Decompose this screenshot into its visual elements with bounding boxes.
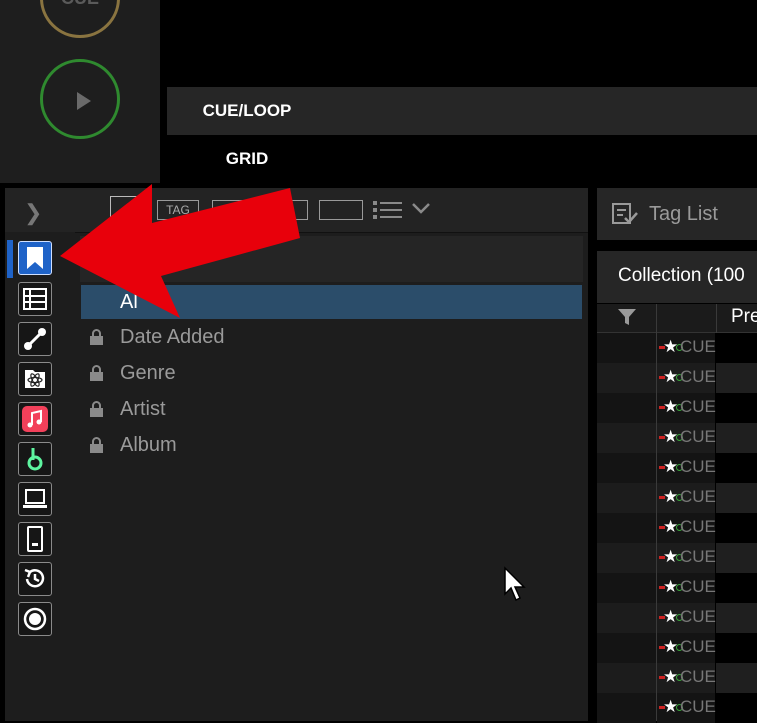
row-cue-label: CUE — [680, 697, 716, 716]
preview-cell[interactable] — [716, 333, 757, 363]
table-cell — [597, 603, 656, 633]
table-cell — [597, 483, 656, 513]
tab-grid[interactable]: GRID — [167, 135, 327, 183]
table-row[interactable]: ★ CUE — [597, 333, 757, 363]
row-cue-label: CUE — [680, 517, 716, 536]
sidebar-item-xml[interactable] — [18, 362, 52, 396]
mouse-cursor-icon — [504, 566, 526, 602]
beatport-icon — [27, 448, 43, 471]
tab-cue-loop-label: CUE/LOOP — [202, 101, 292, 120]
table-cell — [597, 663, 656, 693]
row-cue-label: CUE — [680, 607, 716, 626]
play-icon — [77, 92, 91, 110]
table-cell — [597, 333, 656, 363]
table-cell — [597, 543, 656, 573]
table-row[interactable]: ★ CUE — [597, 483, 757, 513]
table-row[interactable]: ★ CUE — [597, 663, 757, 693]
sidebar-item-history[interactable] — [18, 562, 52, 596]
cue-button[interactable]: CUE — [40, 0, 120, 38]
tag-list-icon[interactable] — [611, 202, 639, 226]
apple-music-icon — [22, 406, 48, 432]
table-row[interactable]: ★ CUE — [597, 543, 757, 573]
table-cell — [597, 453, 656, 483]
preview-cell[interactable] — [716, 603, 757, 633]
history-icon — [24, 568, 45, 588]
row-cue-label: CUE — [680, 427, 716, 446]
chevron-down-icon[interactable] — [411, 201, 431, 215]
table-row[interactable]: ★ CUE — [597, 363, 757, 393]
preview-cell[interactable] — [716, 513, 757, 543]
tab-bar-fill — [327, 87, 757, 135]
lock-icon — [90, 437, 103, 453]
filter-icon[interactable] — [617, 307, 637, 327]
row-cue-label: CUE — [680, 667, 716, 686]
row-cue-label: CUE — [680, 637, 716, 656]
mobile-device-icon — [27, 526, 43, 552]
tab-grid-label: GRID — [225, 149, 269, 168]
preview-cell[interactable] — [716, 543, 757, 573]
table-row[interactable]: ★ CUE — [597, 633, 757, 663]
preview-cell[interactable] — [716, 483, 757, 513]
table-cell — [597, 423, 656, 453]
table-row[interactable]: ★ CUE — [597, 453, 757, 483]
row-cue-label: CUE — [680, 457, 716, 476]
row-cue-label: CUE — [680, 547, 716, 566]
sidebar-item-computer[interactable] — [18, 482, 52, 516]
tree-item-label: Genre — [120, 361, 176, 384]
table-row[interactable]: ★ CUE — [597, 513, 757, 543]
search-field-b[interactable] — [319, 200, 363, 220]
lock-icon — [90, 329, 103, 345]
tree-item-label: Album — [120, 433, 177, 456]
preview-cell[interactable] — [716, 693, 757, 723]
table-cell — [597, 573, 656, 603]
table-row[interactable]: ★ CUE — [597, 693, 757, 723]
row-cue-label: CUE — [680, 397, 716, 416]
lock-icon — [90, 365, 103, 381]
row-cue-label: CUE — [680, 487, 716, 506]
deck-panel: CUE — [0, 0, 160, 183]
sidebar-item-devices[interactable] — [18, 522, 52, 556]
preview-cell[interactable] — [716, 663, 757, 693]
tree-item-album[interactable]: Album — [81, 428, 582, 462]
sidebar-item-beatport[interactable] — [18, 442, 52, 476]
collection-label: Collection (100 — [618, 265, 745, 286]
preview-cell[interactable] — [716, 393, 757, 423]
cue-button-label: CUE — [43, 0, 117, 9]
tag-list-label: Tag List — [649, 203, 718, 225]
preview-cell[interactable] — [716, 573, 757, 603]
table-row[interactable]: ★ CUE — [597, 423, 757, 453]
preview-cell[interactable] — [716, 423, 757, 453]
table-cell — [597, 633, 656, 663]
rekordbox-xml-icon — [25, 370, 45, 388]
table-cell — [597, 393, 656, 423]
row-cue-label: CUE — [680, 337, 716, 356]
annotation-arrow-icon — [60, 184, 300, 318]
play-button[interactable] — [40, 59, 120, 139]
row-cue-label: CUE — [680, 367, 716, 386]
tree-item-label: Artist — [120, 397, 166, 420]
table-row[interactable]: ★ CUE — [597, 603, 757, 633]
lock-icon — [90, 401, 103, 417]
tab-cue-loop[interactable]: CUE/LOOP — [167, 87, 327, 135]
table-cell — [597, 363, 656, 393]
computer-icon — [23, 489, 47, 508]
table-cell — [597, 513, 656, 543]
related-tracks-icon — [24, 328, 46, 350]
preview-cell[interactable] — [716, 363, 757, 393]
row-cue-label: CUE — [680, 577, 716, 596]
preview-cell[interactable] — [716, 633, 757, 663]
list-icon[interactable] — [373, 199, 403, 221]
sidebar-item-recordings[interactable] — [18, 602, 52, 636]
table-row[interactable]: ★ CUE — [597, 393, 757, 423]
sidebar-active-marker — [7, 240, 13, 278]
tree-item-genre[interactable]: Genre — [81, 356, 582, 390]
tree-item-artist[interactable]: Artist — [81, 392, 582, 426]
sidebar-item-apple-music[interactable] — [18, 402, 52, 436]
preview-column-header[interactable]: Pre — [731, 306, 757, 328]
recording-icon — [23, 607, 47, 631]
preview-cell[interactable] — [716, 453, 757, 483]
table-cell — [597, 693, 656, 723]
table-row[interactable]: ★ CUE — [597, 573, 757, 603]
